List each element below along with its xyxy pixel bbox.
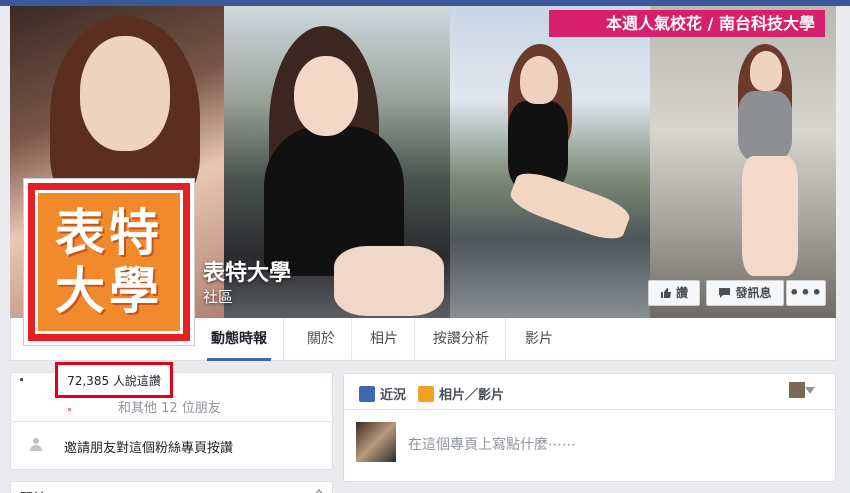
logo-line-1: 表特	[55, 204, 163, 262]
add-friend-icon	[30, 438, 42, 451]
composer-tab-photo[interactable]: 相片／影片	[418, 384, 504, 403]
friends-like-text[interactable]: 和其他 12 位朋友	[118, 397, 221, 416]
photo-icon	[418, 385, 434, 402]
composer-input[interactable]: 在這個專頁上寫點什麼⋯⋯	[408, 434, 576, 454]
composer-tabs: 近況 相片／影片	[344, 374, 835, 410]
more-options-button[interactable]: •••	[786, 280, 826, 306]
chevron-down-icon[interactable]	[805, 387, 815, 394]
invite-friends-link[interactable]: 邀請朋友對這個粉絲專頁按讚	[64, 437, 233, 456]
tab-videos[interactable]: 影片	[509, 318, 569, 361]
cover-banner: 本週人氣校花 / 南台科技大學	[549, 10, 825, 37]
likes-count[interactable]: 72,385 人說這讚	[67, 372, 161, 389]
like-button-label: 讚	[675, 286, 688, 300]
cover-photo-3	[450, 6, 650, 318]
thumbs-up-icon	[660, 288, 671, 298]
chevron-up-icon[interactable]	[314, 488, 324, 493]
post-composer: 近況 相片／影片 在這個專頁上寫點什麼⋯⋯	[343, 373, 836, 482]
likes-highlight: 72,385 人說這讚	[55, 362, 173, 398]
poster-avatar[interactable]	[789, 382, 805, 398]
like-button[interactable]: 讚	[648, 280, 700, 306]
composer-tab-photo-label: 相片／影片	[439, 388, 505, 403]
composer-tab-status-label: 近況	[380, 388, 407, 403]
more-options-icon: •••	[789, 283, 823, 302]
avatar	[356, 422, 396, 462]
page-logo: 表特 大學	[35, 190, 183, 334]
about-card: 關於	[10, 481, 333, 493]
page-category[interactable]: 社區	[203, 286, 233, 307]
message-button-label: 發訊息	[735, 286, 772, 300]
tab-likes[interactable]: 按讚分析	[417, 318, 506, 361]
tab-about[interactable]: 關於	[291, 318, 352, 361]
message-icon	[719, 288, 731, 298]
tab-timeline[interactable]: 動態時報	[195, 318, 284, 361]
cover-photo-4	[650, 6, 836, 318]
page-title[interactable]: 表特大學	[203, 255, 291, 287]
message-button[interactable]: 發訊息	[706, 280, 784, 306]
profile-picture[interactable]: 表特 大學	[23, 178, 195, 346]
about-card-label: 關於	[20, 488, 46, 493]
pencil-icon	[359, 385, 375, 402]
tab-photos[interactable]: 相片	[354, 318, 415, 361]
friend-avatar-dot	[20, 378, 23, 381]
divider	[10, 421, 333, 422]
logo-line-2: 大學	[55, 262, 163, 320]
friend-avatar-dot	[68, 408, 71, 411]
composer-tab-status[interactable]: 近況	[359, 384, 406, 403]
